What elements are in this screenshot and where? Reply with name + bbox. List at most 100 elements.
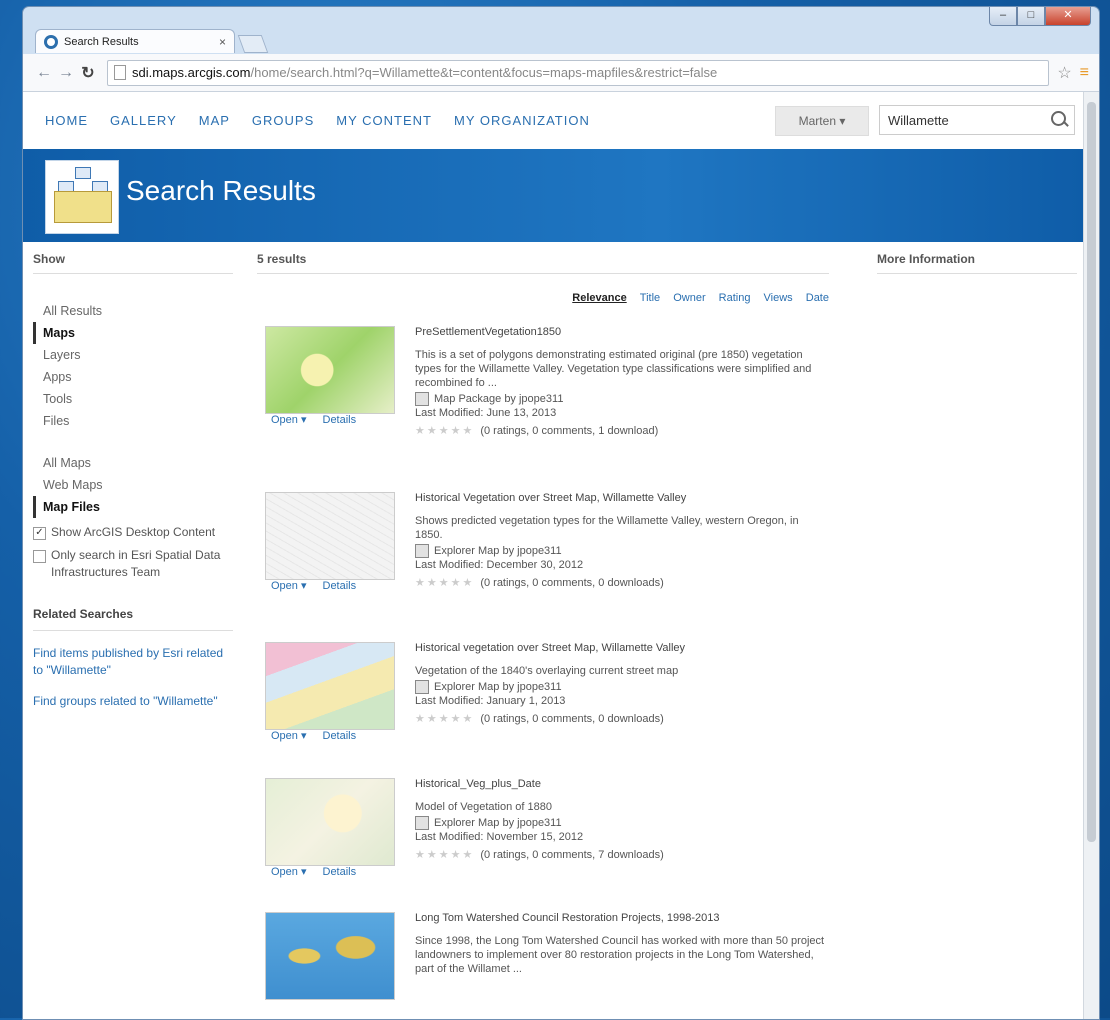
- rating-stars-icon: ★★★★★: [415, 577, 475, 589]
- sort-date[interactable]: Date: [806, 292, 829, 304]
- results-count: 5 results: [257, 252, 829, 274]
- scrollbar-thumb[interactable]: [1087, 102, 1096, 842]
- sort-relevance[interactable]: Relevance: [572, 292, 626, 304]
- url-host: sdi.maps.arcgis.com: [132, 65, 251, 80]
- map-thumbnail[interactable]: [265, 912, 395, 1000]
- result-title[interactable]: Historical_Veg_plus_Date: [415, 778, 825, 790]
- filter-sidebar: Show All Results Maps Layers Apps Tools …: [33, 252, 233, 710]
- window-controls: – □ ✕: [989, 7, 1091, 26]
- only-esri-label: Only search in Esri Spatial Data Infrast…: [51, 548, 221, 579]
- address-bar[interactable]: sdi.maps.arcgis.com /home/search.html?q=…: [107, 59, 1050, 86]
- result-title[interactable]: Long Tom Watershed Council Restoration P…: [415, 912, 825, 924]
- open-button[interactable]: Open ▾: [271, 414, 307, 426]
- browser-tab-search-results[interactable]: Search Results ×: [35, 29, 235, 53]
- map-thumbnail[interactable]: [265, 642, 395, 730]
- search-icon[interactable]: [1051, 111, 1066, 126]
- details-link[interactable]: Details: [323, 866, 357, 878]
- nav-gallery[interactable]: GALLERY: [110, 113, 177, 128]
- result-rating: (0 ratings, 0 comments, 0 downloads): [480, 712, 664, 725]
- type-filter-list: All Results Maps Layers Apps Tools Files: [33, 300, 233, 432]
- nav-my-organization[interactable]: MY ORGANIZATION: [454, 113, 590, 128]
- filter-files[interactable]: Files: [33, 410, 233, 432]
- tab-title: Search Results: [64, 35, 139, 48]
- close-window-button[interactable]: ✕: [1045, 7, 1091, 26]
- rating-stars-icon: ★★★★★: [415, 425, 475, 437]
- show-header: Show: [33, 252, 233, 274]
- search-results-icon: [45, 160, 119, 234]
- map-thumbnail[interactable]: [265, 326, 395, 414]
- minimize-button[interactable]: –: [989, 7, 1017, 26]
- open-button[interactable]: Open ▾: [271, 580, 307, 592]
- results-column: 5 results Relevance Title Owner Rating V…: [257, 252, 829, 1000]
- open-button[interactable]: Open ▾: [271, 730, 307, 742]
- related-link-groups[interactable]: Find groups related to "Willamette": [33, 693, 233, 710]
- nav-home[interactable]: HOME: [45, 113, 88, 128]
- search-input[interactable]: Willamette: [879, 105, 1075, 135]
- tab-close-icon[interactable]: ×: [219, 35, 226, 49]
- show-desktop-checkbox[interactable]: ✓: [33, 527, 46, 540]
- sort-title[interactable]: Title: [640, 292, 660, 304]
- result-type: Explorer Map by jpope311: [434, 817, 562, 829]
- details-link[interactable]: Details: [323, 580, 357, 592]
- sort-owner[interactable]: Owner: [673, 292, 705, 304]
- result-modified: Last Modified: January 1, 2013: [415, 695, 566, 707]
- explorer-map-icon: [415, 544, 429, 558]
- browser-toolbar: ← → ↻ sdi.maps.arcgis.com /home/search.h…: [23, 54, 1099, 92]
- show-desktop-content-option[interactable]: ✓ Show ArcGIS Desktop Content: [33, 524, 233, 541]
- search-value: Willamette: [888, 112, 949, 128]
- nav-map[interactable]: MAP: [199, 113, 230, 128]
- filter-layers[interactable]: Layers: [33, 344, 233, 366]
- filter-web-maps[interactable]: Web Maps: [33, 474, 233, 496]
- result-rating: (0 ratings, 0 comments, 7 downloads): [480, 848, 664, 861]
- page-title: Search Results: [126, 175, 316, 206]
- result-title[interactable]: Historical Vegetation over Street Map, W…: [415, 492, 825, 504]
- user-menu-button[interactable]: Marten ▾: [775, 106, 869, 136]
- map-thumbnail[interactable]: [265, 492, 395, 580]
- subtype-filter-list: All Maps Web Maps Map Files: [33, 452, 233, 518]
- chrome-menu-icon[interactable]: ≡: [1080, 64, 1089, 82]
- new-tab-button[interactable]: [237, 35, 269, 53]
- open-button[interactable]: Open ▾: [271, 866, 307, 878]
- nav-my-content[interactable]: MY CONTENT: [336, 113, 432, 128]
- rating-stars-icon: ★★★★★: [415, 849, 475, 861]
- filter-all-results[interactable]: All Results: [33, 300, 233, 322]
- back-arrow-icon[interactable]: ←: [33, 64, 55, 82]
- filter-all-maps[interactable]: All Maps: [33, 452, 233, 474]
- related-searches-header: Related Searches: [33, 607, 233, 631]
- forward-arrow-icon[interactable]: →: [55, 64, 77, 82]
- details-link[interactable]: Details: [323, 414, 357, 426]
- result-snippet: Vegetation of the 1840's overlaying curr…: [415, 665, 679, 677]
- result-title[interactable]: Historical vegetation over Street Map, W…: [415, 642, 825, 654]
- page-icon: [114, 65, 126, 80]
- page-content: HOME GALLERY MAP GROUPS MY CONTENT MY OR…: [23, 92, 1083, 1019]
- result-modified: Last Modified: December 30, 2012: [415, 559, 584, 571]
- result-title[interactable]: PreSettlementVegetation1850: [415, 326, 825, 338]
- result-modified: Last Modified: November 15, 2012: [415, 831, 584, 843]
- page-scrollbar[interactable]: [1083, 92, 1099, 1019]
- reload-icon[interactable]: ↻: [77, 63, 99, 83]
- filter-tools[interactable]: Tools: [33, 388, 233, 410]
- filter-maps[interactable]: Maps: [33, 322, 233, 344]
- show-desktop-label: Show ArcGIS Desktop Content: [51, 525, 216, 539]
- only-esri-option[interactable]: Only search in Esri Spatial Data Infrast…: [33, 547, 233, 581]
- details-link[interactable]: Details: [323, 730, 357, 742]
- related-link-esri-items[interactable]: Find items published by Esri related to …: [33, 645, 233, 679]
- result-type: Explorer Map by jpope311: [434, 545, 562, 557]
- sort-views[interactable]: Views: [764, 292, 793, 304]
- result-snippet: This is a set of polygons demonstrating …: [415, 349, 812, 389]
- map-thumbnail[interactable]: [265, 778, 395, 866]
- map-package-icon: [415, 392, 429, 406]
- filter-apps[interactable]: Apps: [33, 366, 233, 388]
- nav-groups[interactable]: GROUPS: [252, 113, 314, 128]
- url-path: /home/search.html?q=Willamette&t=content…: [250, 65, 718, 80]
- result-modified: Last Modified: June 13, 2013: [415, 407, 557, 419]
- maximize-button[interactable]: □: [1017, 7, 1045, 26]
- bookmark-star-icon[interactable]: ☆: [1057, 63, 1071, 83]
- filter-map-files[interactable]: Map Files: [33, 496, 233, 518]
- result-rating: (0 ratings, 0 comments, 0 downloads): [480, 576, 664, 589]
- sort-rating[interactable]: Rating: [719, 292, 751, 304]
- result-rating: (0 ratings, 0 comments, 1 download): [480, 424, 659, 437]
- only-esri-checkbox[interactable]: [33, 550, 46, 563]
- arcgis-favicon-icon: [44, 34, 58, 49]
- explorer-map-icon: [415, 816, 429, 830]
